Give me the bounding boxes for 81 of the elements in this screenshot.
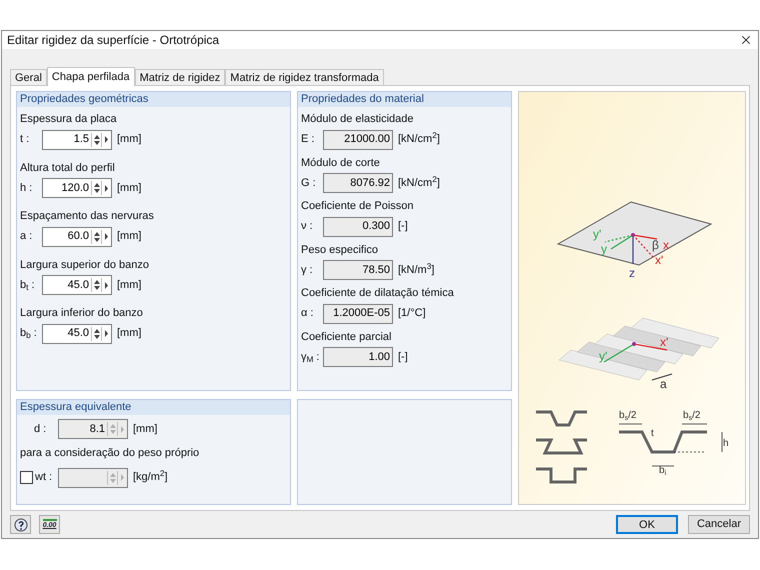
spinner-icon[interactable] — [91, 181, 101, 195]
unit-label: [1/°C] — [398, 306, 426, 322]
symbol-label: ν : — [301, 219, 314, 234]
group-title: Propriedades geométricas — [17, 92, 290, 107]
note-text: para a consideração do peso próprio — [20, 446, 200, 461]
field-label: Espaçamento das nervuras — [20, 209, 155, 224]
symbol-label: a : — [20, 229, 34, 244]
tab[interactable]: Geral — [10, 69, 47, 85]
unit-label: [mm] — [117, 326, 142, 342]
arrow-icon[interactable] — [101, 326, 111, 340]
symbol-label: γ : — [301, 262, 314, 278]
field-label: Coeficiente de Poisson — [301, 199, 415, 214]
help-button[interactable] — [10, 515, 31, 534]
spinner-icon[interactable] — [91, 132, 101, 146]
number-field[interactable]: 45.0 — [42, 324, 112, 344]
symbol-label: E : — [301, 132, 316, 148]
number-field[interactable]: 1.5 — [42, 130, 112, 150]
field-label: Módulo de elasticidade — [301, 112, 415, 127]
dimension-label: b$_{s}$/2 — [619, 410, 636, 422]
symbol-label: b$_{b}$ : — [20, 326, 38, 342]
field-label: Coeficiente de dilatação témica — [301, 286, 455, 301]
unit-label: [mm] — [117, 180, 142, 196]
symbol-label: α : — [301, 306, 314, 322]
field-label: Largura inferior do banzo — [20, 306, 144, 321]
help-icon — [14, 518, 28, 532]
axis-label: y — [601, 242, 607, 256]
dimension-label: h — [723, 438, 729, 449]
symbol-label: G : — [301, 176, 317, 191]
field-label: Largura superior do banzo — [20, 258, 150, 272]
symbol-label: t : — [20, 132, 30, 148]
symbol-label: d : — [33, 422, 48, 437]
axis-label: y' — [593, 227, 602, 241]
unit-label: [kg/m$^{2}$] — [133, 469, 168, 486]
symbol-label: b$_{t}$ : — [20, 278, 36, 294]
axis-label: z — [629, 266, 635, 280]
field-label: Peso especifico — [301, 242, 380, 258]
unit-label: [mm] — [117, 132, 142, 148]
dimension-label: b$_{s}$/2 — [683, 410, 700, 422]
symbol-label: γ$_{M}$ : — [301, 350, 320, 366]
field-label: Altura total do perfil — [20, 160, 116, 176]
dimension-label: t — [651, 428, 654, 439]
window-title: Editar rigidez da superfície - Ortotrópica — [7, 32, 220, 49]
number-field[interactable]: 60.0 — [42, 226, 112, 246]
spinner-icon[interactable] — [91, 278, 101, 292]
unit-label: [-] — [398, 350, 408, 365]
arrow-icon[interactable] — [101, 278, 111, 292]
unit-label: [-] — [398, 219, 408, 234]
arrow-icon[interactable] — [101, 181, 111, 195]
spinner-icon[interactable] — [91, 230, 101, 244]
dialog-button[interactable]: OK — [616, 515, 678, 534]
symbol-label: wt : — [34, 470, 54, 486]
unit-label: [mm] — [133, 422, 158, 437]
field-label: Coeficiente parcial — [301, 330, 392, 344]
unit-label: [mm] — [117, 229, 142, 244]
unit-label: [kN/cm$^{2}$] — [398, 174, 440, 191]
spinner-icon[interactable] — [91, 326, 101, 340]
arrow-icon[interactable] — [101, 132, 111, 146]
number-field[interactable]: 120.0 — [42, 178, 112, 198]
dialog-button[interactable]: Cancelar — [688, 515, 750, 534]
unit-label: [kN/m$^{3}$] — [398, 262, 434, 278]
tab[interactable]: Chapa perfilada — [46, 67, 135, 86]
field-label: Espessura da placa — [20, 112, 118, 127]
profile-shape-icon — [536, 410, 587, 484]
tab[interactable]: Matriz de rigidez — [134, 69, 226, 85]
unit-label: [mm] — [117, 278, 142, 293]
symbol-label: h : — [20, 180, 34, 196]
group-title: Espessura equivalente — [17, 400, 290, 415]
arrow-icon[interactable] — [101, 230, 111, 244]
close-icon[interactable] — [739, 33, 753, 47]
group-title: Propriedades do material — [298, 92, 511, 107]
axis-label: x' — [655, 253, 664, 267]
dimension-label: b$_{i}$ — [659, 465, 666, 477]
axis-label: x — [663, 238, 669, 252]
number-field[interactable]: 45.0 — [42, 275, 112, 295]
axis-label: β — [652, 238, 659, 252]
tab[interactable]: Matriz de rigidez transformada — [225, 69, 384, 85]
axis-label: y' — [599, 349, 608, 363]
axis-label: x' — [660, 335, 668, 349]
unit-label: [kN/cm$^{2}$] — [398, 131, 440, 148]
field-label: Módulo de corte — [301, 156, 381, 170]
axis-label: a — [660, 377, 667, 391]
